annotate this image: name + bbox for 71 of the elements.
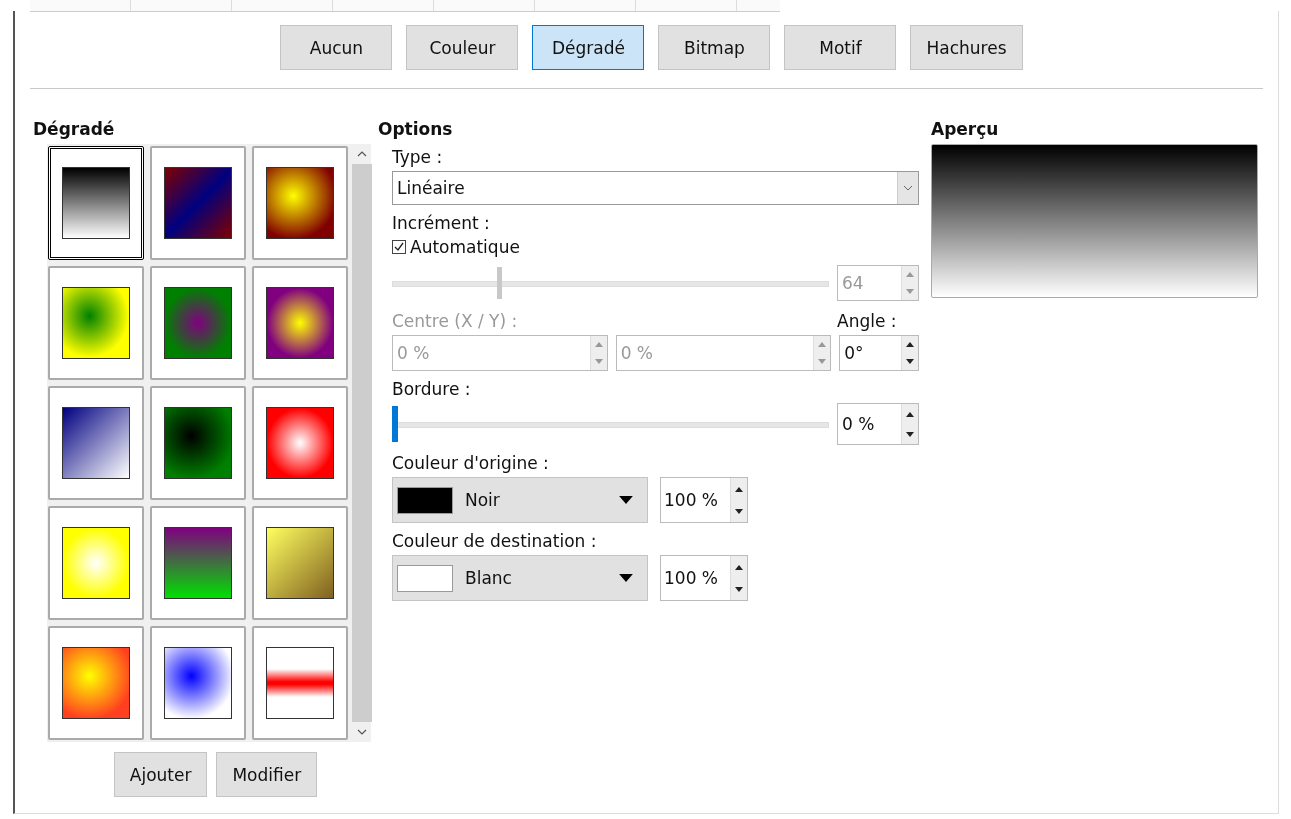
- field-label: Type :: [392, 147, 444, 167]
- gradient-swatch: [164, 167, 232, 239]
- scroll-down-icon[interactable]: [357, 729, 367, 735]
- gradient-swatch: [266, 287, 334, 359]
- spin-down-icon[interactable]: [735, 508, 743, 514]
- gradient-swatch: [62, 287, 130, 359]
- gradient-swatch-item[interactable]: [150, 386, 246, 500]
- gradient-swatch-item[interactable]: [48, 626, 144, 740]
- gradient-swatch: [266, 647, 334, 719]
- checkbox-label: Automatique: [410, 237, 520, 257]
- field-label: Incrément :: [392, 213, 491, 233]
- spin-down-icon[interactable]: [735, 586, 743, 592]
- fill-type-button[interactable]: Dégradé: [532, 25, 645, 70]
- intensity-spin-field[interactable]: 100 %: [660, 477, 748, 523]
- intensity-spin-field[interactable]: 100 %: [660, 555, 748, 601]
- gradient-swatch-item[interactable]: [252, 506, 348, 620]
- border-spin-field[interactable]: 0 %: [837, 403, 919, 445]
- scroll-up-icon[interactable]: [357, 151, 367, 157]
- spin-down-icon[interactable]: [906, 359, 914, 364]
- gradient-swatch-item[interactable]: [48, 146, 144, 260]
- fill-type-button[interactable]: Couleur: [406, 25, 519, 70]
- gradient-swatch-item[interactable]: [48, 386, 144, 500]
- gradient-swatch: [164, 287, 232, 359]
- gradient-swatch-item[interactable]: [252, 626, 348, 740]
- gradient-swatch: [62, 167, 130, 239]
- fill-type-button[interactable]: Bitmap: [658, 25, 771, 70]
- action-button[interactable]: Modifier: [216, 752, 318, 797]
- slider-thumb[interactable]: [392, 406, 398, 442]
- section-title: Dégradé: [33, 119, 116, 139]
- gradient-swatch: [164, 527, 232, 599]
- spin-up-icon[interactable]: [735, 486, 743, 492]
- dropdown-arrow-icon: [619, 496, 633, 504]
- type-dropdown[interactable]: Linéaire: [392, 171, 919, 205]
- gradient-swatch: [266, 167, 334, 239]
- gradient-swatch: [164, 407, 232, 479]
- gradient-swatch-item[interactable]: [252, 146, 348, 260]
- chevron-down-icon: [903, 185, 913, 191]
- gradient-swatch: [266, 527, 334, 599]
- color-dropdown[interactable]: Blanc: [392, 555, 648, 601]
- field-label: Angle :: [837, 311, 898, 331]
- color-dropdown[interactable]: Noir: [392, 477, 648, 523]
- spin-up-icon[interactable]: [906, 342, 914, 347]
- fill-type-button[interactable]: Motif: [784, 25, 897, 70]
- gradient-swatch: [62, 647, 130, 719]
- fill-type-button[interactable]: Aucun: [280, 25, 393, 70]
- field-label: Couleur d'origine :: [392, 453, 550, 473]
- field-label: Bordure :: [392, 379, 472, 399]
- gradient-swatch: [62, 407, 130, 479]
- dropdown-arrow-icon: [619, 574, 633, 582]
- gradient-swatch: [266, 407, 334, 479]
- field-label: Centre (X / Y) :: [392, 311, 518, 331]
- spin-down-icon[interactable]: [906, 431, 914, 437]
- gradient-swatch-item[interactable]: [150, 626, 246, 740]
- spin-up-icon[interactable]: [735, 564, 743, 570]
- section-title: Options: [378, 119, 454, 139]
- gradient-swatch-item[interactable]: [252, 386, 348, 500]
- angle-spin-field[interactable]: 0°: [839, 335, 919, 371]
- fill-type-button[interactable]: Hachures: [910, 25, 1023, 70]
- border-slider[interactable]: [392, 404, 829, 444]
- action-button[interactable]: Ajouter: [113, 752, 208, 797]
- gradient-swatch-item[interactable]: [252, 266, 348, 380]
- section-title: Aperçu: [931, 119, 1000, 139]
- gradient-swatch: [164, 647, 232, 719]
- gradient-swatch-item[interactable]: [48, 266, 144, 380]
- gradient-swatch-item[interactable]: [150, 266, 246, 380]
- gradient-swatch-item[interactable]: [150, 146, 246, 260]
- field-label: Couleur de destination :: [392, 531, 598, 551]
- spin-up-icon[interactable]: [906, 411, 914, 417]
- gradient-swatch-item[interactable]: [48, 506, 144, 620]
- gradient-swatch-item[interactable]: [150, 506, 246, 620]
- gradient-swatch: [62, 527, 130, 599]
